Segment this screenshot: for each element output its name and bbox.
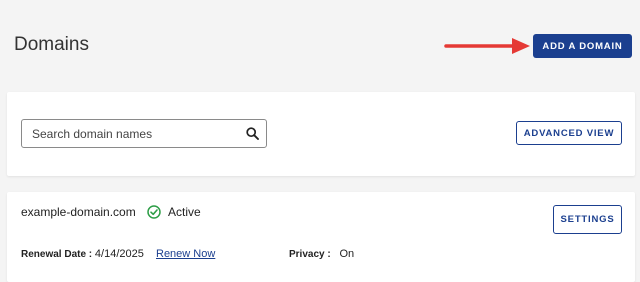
advanced-view-button[interactable]: ADVANCED VIEW xyxy=(516,121,622,145)
domain-card: example-domain.com Active SETTINGS Renew… xyxy=(7,192,635,282)
renewal-info: Renewal Date : 4/14/2025 xyxy=(21,248,144,260)
search-card: ADVANCED VIEW xyxy=(7,92,635,176)
domain-status: Active xyxy=(147,205,201,219)
search-box[interactable] xyxy=(21,119,267,148)
search-icon[interactable] xyxy=(246,127,259,140)
privacy-label: Privacy : xyxy=(289,249,331,260)
domain-name[interactable]: example-domain.com xyxy=(21,205,136,219)
renewal-date: 4/14/2025 xyxy=(94,248,144,260)
settings-button[interactable]: SETTINGS xyxy=(553,205,622,234)
renew-now-link[interactable]: Renew Now xyxy=(156,248,215,260)
red-arrow-icon xyxy=(444,38,530,54)
renewal-label: Renewal Date : xyxy=(21,249,93,260)
search-input[interactable] xyxy=(22,120,242,147)
status-text: Active xyxy=(168,205,201,219)
check-circle-icon xyxy=(147,205,161,219)
add-domain-button[interactable]: ADD A DOMAIN xyxy=(533,34,632,58)
privacy-info: Privacy : On xyxy=(289,248,354,260)
page-title: Domains xyxy=(14,34,89,55)
privacy-value: On xyxy=(339,248,355,260)
